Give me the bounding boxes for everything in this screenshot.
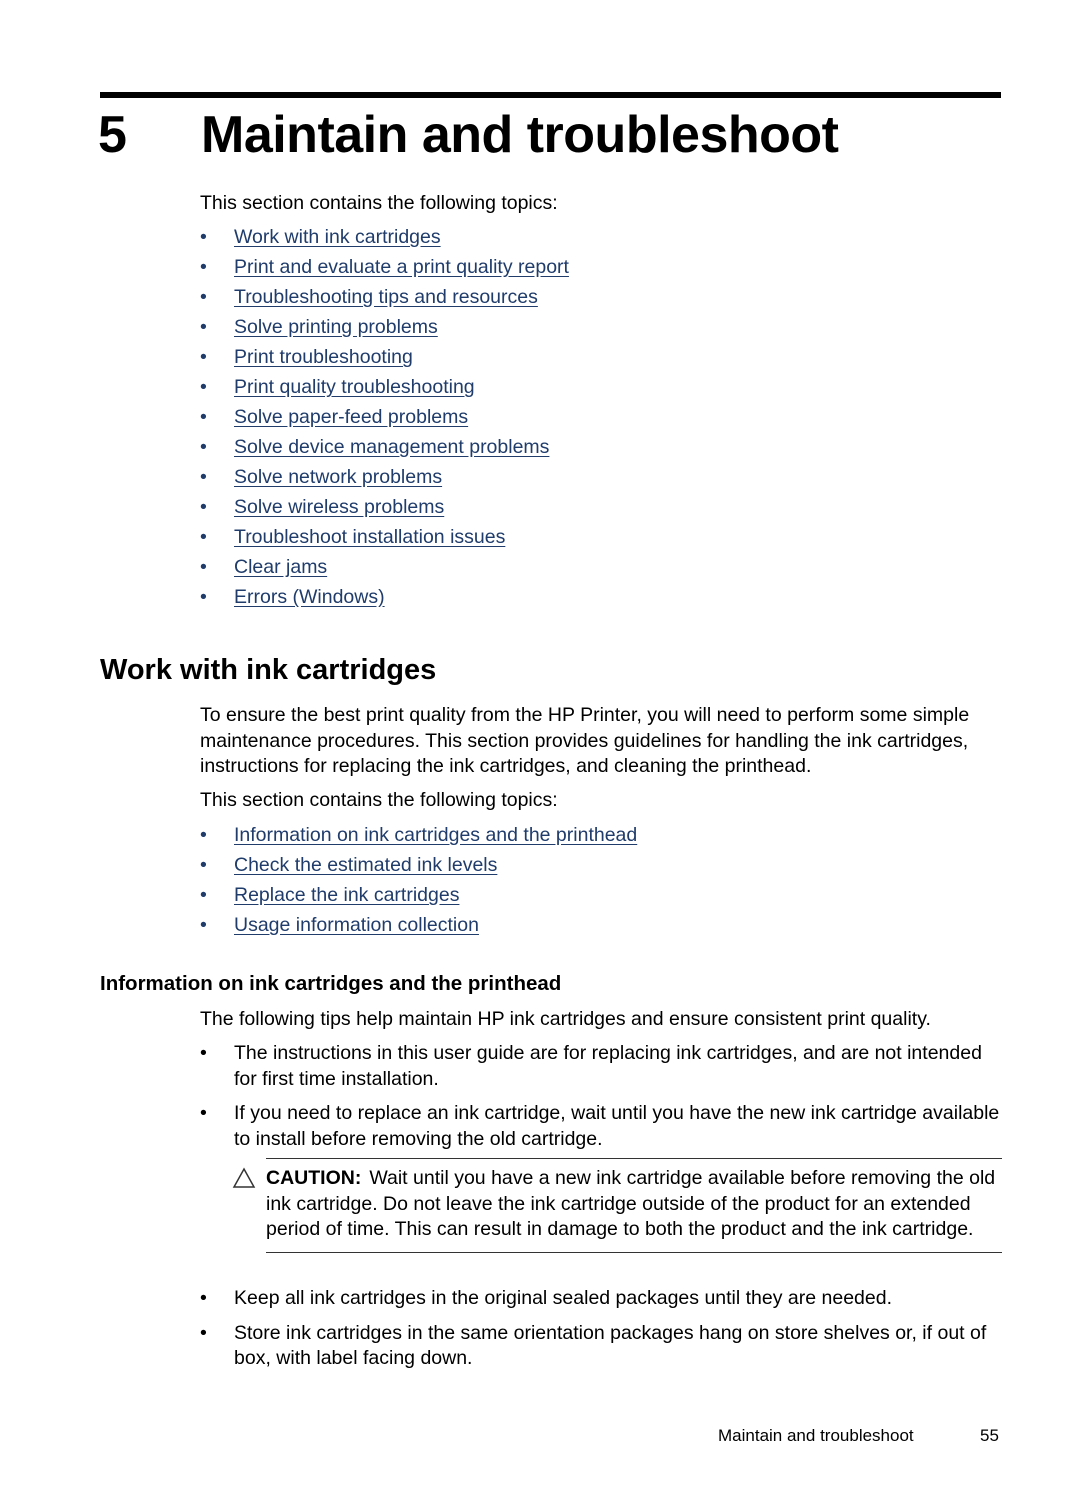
- bullet: •: [200, 884, 207, 906]
- caution-text: Wait until you have a new ink cartridge …: [266, 1167, 996, 1240]
- chapter-title: Maintain and troubleshoot: [201, 106, 839, 164]
- topic-link[interactable]: Solve printing problems: [234, 316, 438, 338]
- bullet: •: [200, 496, 207, 518]
- chapter-intro: This section contains the following topi…: [200, 192, 558, 214]
- topic-link[interactable]: Print quality troubleshooting: [234, 376, 475, 398]
- list-item: • Solve printing problems: [200, 312, 569, 342]
- chapter-heading: 5 Maintain and troubleshoot: [98, 100, 839, 170]
- bullet: •: [200, 556, 207, 578]
- section-intro: This section contains the following topi…: [200, 789, 558, 811]
- tip-text: Store ink cartridges in the same orienta…: [234, 1321, 987, 1370]
- topic-link[interactable]: Solve device management problems: [234, 436, 549, 458]
- bullet: •: [200, 376, 207, 398]
- list-item: • The instructions in this user guide are…: [200, 1041, 1005, 1092]
- list-item: • Print and evaluate a print quality repo…: [200, 252, 569, 282]
- bullet: •: [200, 316, 207, 338]
- bullet: •: [200, 854, 207, 876]
- list-item: • Solve device management problems: [200, 432, 569, 462]
- chapter-rule: [100, 92, 1001, 98]
- bullet: •: [200, 256, 207, 278]
- bullet: •: [200, 586, 207, 608]
- topic-link[interactable]: Clear jams: [234, 556, 327, 578]
- bullet: •: [200, 526, 207, 548]
- list-item: • Information on ink cartridges and the p…: [200, 820, 637, 850]
- page-number: 55: [980, 1426, 999, 1445]
- subsection-heading: Information on ink cartridges and the pr…: [100, 972, 562, 995]
- tip-text: The instructions in this user guide are …: [234, 1042, 982, 1090]
- topic-link[interactable]: Errors (Windows): [234, 586, 385, 608]
- list-item: • Solve network problems: [200, 462, 569, 492]
- bullet: •: [200, 1321, 207, 1344]
- list-item: • Errors (Windows): [200, 582, 569, 612]
- caution-note: CAUTION: Wait until you have a new ink ca…: [232, 1158, 1002, 1253]
- list-item: • Check the estimated ink levels: [200, 850, 637, 880]
- tips-list-after: • Keep all ink cartridges in the original…: [200, 1286, 1005, 1381]
- bullet: •: [200, 1287, 207, 1309]
- topic-link[interactable]: Solve wireless problems: [234, 496, 444, 518]
- list-item: • Print troubleshooting: [200, 342, 569, 372]
- topic-link[interactable]: Replace the ink cartridges: [234, 884, 459, 906]
- tips-list-before: • The instructions in this user guide are…: [200, 1041, 1005, 1161]
- topic-link[interactable]: Solve paper-feed problems: [234, 406, 468, 428]
- bullet: •: [200, 914, 207, 936]
- list-item: • Troubleshooting tips and resources: [200, 282, 569, 312]
- bullet: •: [200, 286, 207, 308]
- topic-link[interactable]: Print troubleshooting: [234, 346, 413, 368]
- list-item: • Troubleshoot installation issues: [200, 522, 569, 552]
- list-item: • Clear jams: [200, 552, 569, 582]
- topic-link[interactable]: Print and evaluate a print quality repor…: [234, 256, 569, 278]
- list-item: • Solve wireless problems: [200, 492, 569, 522]
- caution-label: CAUTION:: [266, 1167, 362, 1189]
- subsection-paragraph: The following tips help maintain HP ink …: [200, 1008, 931, 1030]
- topic-link[interactable]: Troubleshoot installation issues: [234, 526, 505, 548]
- list-item: • If you need to replace an ink cartridge…: [200, 1101, 1005, 1152]
- footer-chapter-title: Maintain and troubleshoot: [718, 1426, 914, 1445]
- list-item: • Solve paper-feed problems: [200, 402, 569, 432]
- bullet: •: [200, 1102, 207, 1124]
- tip-text: Keep all ink cartridges in the original …: [234, 1287, 893, 1309]
- tip-text: If you need to replace an ink cartridge,…: [234, 1102, 1000, 1150]
- section-paragraph: To ensure the best print quality from th…: [200, 704, 970, 777]
- chapter-number: 5: [98, 106, 127, 164]
- topic-link[interactable]: Troubleshooting tips and resources: [234, 286, 538, 308]
- bullet: •: [200, 824, 207, 846]
- caution-triangle-icon: [232, 1167, 256, 1188]
- bullet: •: [200, 466, 207, 488]
- bullet: •: [200, 346, 207, 368]
- list-item: • Usage information collection: [200, 910, 637, 940]
- topic-link[interactable]: Usage information collection: [234, 914, 479, 936]
- bullet: •: [200, 436, 207, 458]
- list-item: • Keep all ink cartridges in the original…: [200, 1286, 1005, 1312]
- section-heading: Work with ink cartridges: [100, 654, 437, 686]
- list-item: • Work with ink cartridges: [200, 222, 569, 252]
- bullet: •: [200, 406, 207, 428]
- list-item: • Store ink cartridges in the same orient…: [200, 1321, 1005, 1372]
- topic-link[interactable]: Check the estimated ink levels: [234, 854, 497, 876]
- section-topic-list: • Information on ink cartridges and the p…: [200, 820, 637, 940]
- topic-link[interactable]: Solve network problems: [234, 466, 442, 488]
- bullet: •: [200, 226, 207, 248]
- topic-link[interactable]: Information on ink cartridges and the pr…: [234, 824, 637, 846]
- bullet: •: [200, 1042, 207, 1064]
- list-item: • Print quality troubleshooting: [200, 372, 569, 402]
- chapter-topic-list: • Work with ink cartridges • Print and eva…: [200, 222, 569, 612]
- list-item: • Replace the ink cartridges: [200, 880, 637, 910]
- topic-link[interactable]: Work with ink cartridges: [234, 226, 441, 248]
